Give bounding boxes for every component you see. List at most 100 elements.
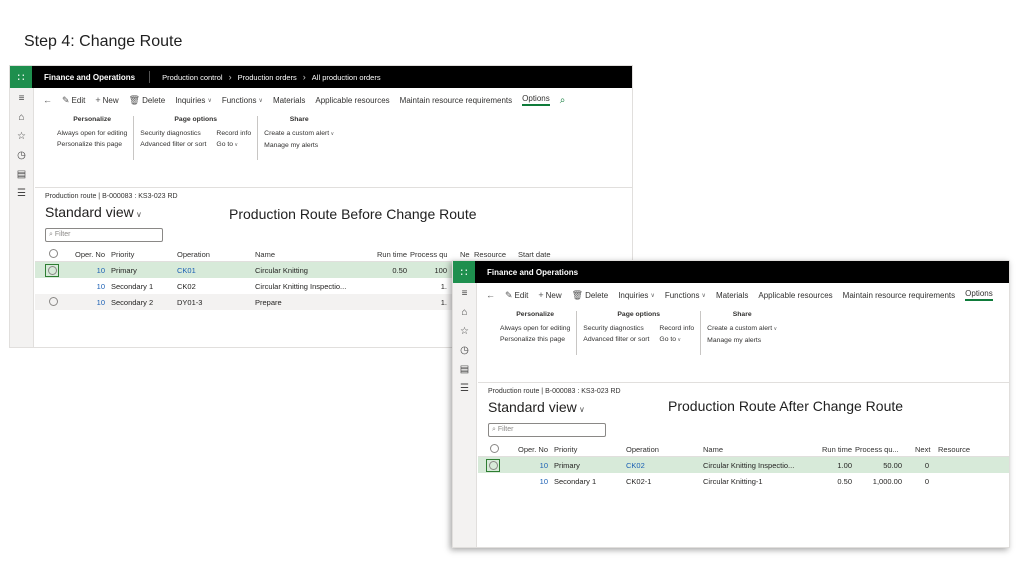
new-button[interactable]: + New: [538, 290, 561, 300]
select-all-cell[interactable]: [35, 248, 65, 260]
tab-options[interactable]: Options: [965, 289, 993, 301]
list-icon[interactable]: ☰: [460, 383, 469, 395]
manage-my-alerts-button[interactable]: Manage my alerts: [707, 335, 777, 346]
operation-cell[interactable]: CK02-1: [626, 477, 703, 486]
create-custom-alert-menu[interactable]: Create a custom alert: [264, 128, 334, 140]
radio-icon: [49, 296, 58, 306]
divider: [149, 71, 151, 83]
column-header[interactable]: Operation: [177, 250, 255, 259]
search-icon[interactable]: ⌕: [560, 95, 566, 106]
table-row[interactable]: 10 Primary CK02 Circular Knitting Inspec…: [478, 457, 1009, 473]
applicable-resources-button[interactable]: Applicable resources: [758, 291, 832, 300]
list-icon[interactable]: ☰: [17, 188, 26, 200]
functions-menu[interactable]: Functions: [222, 96, 263, 105]
column-header[interactable]: Run time: [373, 250, 407, 259]
tab-options[interactable]: Options: [522, 94, 550, 106]
table-row[interactable]: 10 Secondary 1 CK02-1 Circular Knitting-…: [478, 473, 1009, 489]
clock-icon[interactable]: ◷: [17, 150, 26, 162]
oper-no-cell[interactable]: 10: [65, 298, 105, 307]
delete-icon: 🗑︎: [571, 289, 584, 300]
applicable-resources-button[interactable]: Applicable resources: [315, 96, 389, 105]
materials-button[interactable]: Materials: [273, 96, 305, 105]
row-selector[interactable]: [478, 458, 508, 472]
select-all-cell[interactable]: [478, 443, 508, 455]
row-selector[interactable]: [35, 263, 65, 277]
record-info-button[interactable]: Record info: [216, 128, 251, 139]
back-arrow-icon[interactable]: ←: [43, 95, 52, 105]
priority-cell: Secondary 1: [111, 281, 154, 291]
edit-button[interactable]: ✎ Edit: [62, 95, 85, 106]
column-header[interactable]: Name: [703, 445, 818, 454]
breadcrumb-item[interactable]: All production orders: [312, 73, 381, 82]
manage-my-alerts-button[interactable]: Manage my alerts: [264, 140, 334, 151]
column-header[interactable]: Priority: [548, 445, 626, 454]
operation-cell[interactable]: DY01-3: [177, 298, 255, 307]
column-header[interactable]: Process qu...: [852, 445, 902, 454]
maintain-resource-requirements-button[interactable]: Maintain resource requirements: [400, 96, 513, 105]
column-header[interactable]: Oper. No.: [65, 250, 105, 259]
column-header[interactable]: Run time: [818, 445, 852, 454]
security-diagnostics-button[interactable]: Security diagnostics: [583, 323, 649, 334]
record-info-button[interactable]: Record info: [659, 323, 694, 334]
star-icon[interactable]: ☆: [17, 131, 26, 143]
advanced-filter-button[interactable]: Advanced filter or sort: [583, 334, 649, 345]
workspace-icon[interactable]: ▤: [17, 169, 26, 181]
hamburger-icon[interactable]: ≡: [19, 93, 25, 105]
column-header[interactable]: Resource: [470, 250, 518, 259]
workspace-icon[interactable]: ▤: [460, 364, 469, 376]
new-button[interactable]: + New: [95, 95, 118, 105]
app-name[interactable]: Finance and Operations: [44, 73, 135, 82]
go-to-menu[interactable]: Go to: [216, 139, 251, 151]
create-custom-alert-menu[interactable]: Create a custom alert: [707, 323, 777, 335]
waffle-icon[interactable]: ∷: [453, 261, 475, 283]
edit-button[interactable]: ✎ Edit: [505, 290, 528, 301]
oper-no-cell[interactable]: 10: [508, 477, 548, 486]
column-header[interactable]: Process qu...: [407, 250, 447, 259]
row-selector[interactable]: [35, 296, 65, 308]
operation-cell[interactable]: CK01: [177, 266, 255, 275]
hamburger-icon[interactable]: ≡: [462, 288, 468, 300]
maintain-resource-requirements-button[interactable]: Maintain resource requirements: [843, 291, 956, 300]
star-icon[interactable]: ☆: [460, 326, 469, 338]
oper-no-cell[interactable]: 10: [65, 282, 105, 291]
navigation-rail: ≡ ⌂ ☆ ◷ ▤ ☰: [10, 88, 34, 347]
column-header[interactable]: Operation: [626, 445, 703, 454]
delete-button[interactable]: 🗑︎ Delete: [572, 290, 609, 301]
inquiries-menu[interactable]: Inquiries: [618, 291, 655, 300]
personalize-this-page-button[interactable]: Personalize this page: [500, 334, 570, 345]
column-header[interactable]: Next: [447, 250, 470, 259]
delete-button[interactable]: 🗑︎ Delete: [129, 95, 166, 106]
security-diagnostics-button[interactable]: Security diagnostics: [140, 128, 206, 139]
radio-icon: [49, 248, 58, 258]
column-header[interactable]: Priority: [105, 250, 177, 259]
always-open-for-editing-button[interactable]: Always open for editing: [57, 128, 127, 139]
go-to-menu[interactable]: Go to: [659, 334, 694, 346]
filter-input[interactable]: ⌕ Filter: [488, 423, 606, 437]
group-share: Share Create a custom alert Manage my al…: [701, 311, 783, 355]
action-pane: ← ✎Edit +New 🗑︎Delete Inquiries Function…: [35, 88, 632, 188]
personalize-this-page-button[interactable]: Personalize this page: [57, 139, 127, 150]
column-header[interactable]: Start date: [518, 250, 558, 259]
column-header[interactable]: Oper. No.: [508, 445, 548, 454]
operation-cell[interactable]: CK02: [626, 461, 703, 470]
always-open-for-editing-button[interactable]: Always open for editing: [500, 323, 570, 334]
oper-no-cell[interactable]: 10: [65, 266, 105, 275]
app-name[interactable]: Finance and Operations: [487, 268, 578, 277]
advanced-filter-button[interactable]: Advanced filter or sort: [140, 139, 206, 150]
breadcrumb-item[interactable]: Production control: [162, 73, 222, 82]
column-header[interactable]: Resource: [934, 445, 974, 454]
breadcrumb-item[interactable]: Production orders: [238, 73, 297, 82]
waffle-icon[interactable]: ∷: [10, 66, 32, 88]
functions-menu[interactable]: Functions: [665, 291, 706, 300]
inquiries-menu[interactable]: Inquiries: [175, 96, 212, 105]
clock-icon[interactable]: ◷: [460, 345, 469, 357]
filter-input[interactable]: ⌕ Filter: [45, 228, 163, 242]
oper-no-cell[interactable]: 10: [508, 461, 548, 470]
materials-button[interactable]: Materials: [716, 291, 748, 300]
home-icon[interactable]: ⌂: [18, 112, 24, 124]
column-header[interactable]: Name: [255, 250, 373, 259]
back-arrow-icon[interactable]: ←: [486, 290, 495, 300]
operation-cell[interactable]: CK02: [177, 282, 255, 291]
home-icon[interactable]: ⌂: [461, 307, 467, 319]
column-header[interactable]: Next: [902, 445, 934, 454]
